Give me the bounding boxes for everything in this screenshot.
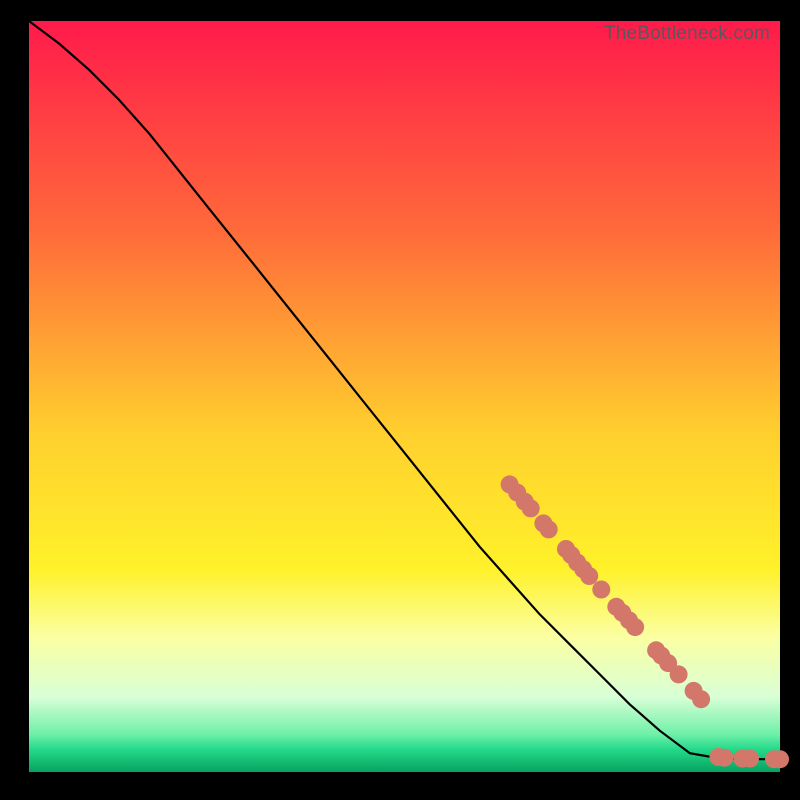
chart-frame: TheBottleneck.com <box>29 21 780 772</box>
data-marker <box>771 750 789 768</box>
data-marker <box>741 750 759 768</box>
attribution-label: TheBottleneck.com <box>604 23 770 45</box>
data-marker <box>540 520 558 538</box>
chart-svg <box>29 21 780 772</box>
data-marker <box>715 749 733 767</box>
data-marker <box>580 567 598 585</box>
data-marker <box>626 618 644 636</box>
data-marker <box>522 499 540 517</box>
bottleneck-curve-path <box>29 21 780 759</box>
marker-layer <box>501 475 789 768</box>
data-marker <box>692 690 710 708</box>
data-marker <box>592 581 610 599</box>
data-marker <box>670 665 688 683</box>
